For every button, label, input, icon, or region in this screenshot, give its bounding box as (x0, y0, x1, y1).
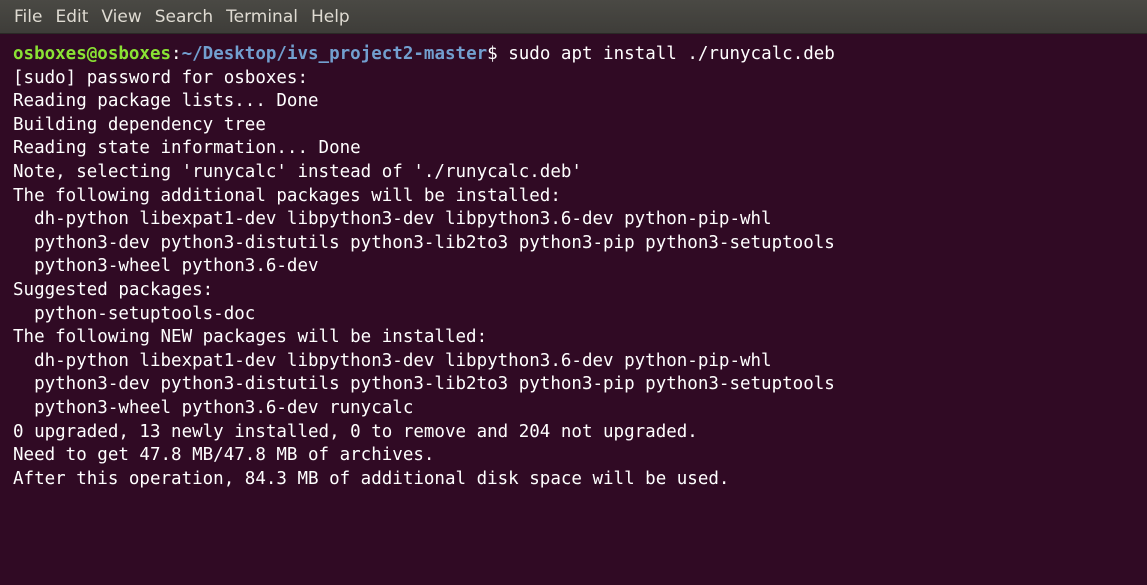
output-line: dh-python libexpat1-dev libpython3-dev l… (13, 209, 772, 230)
menu-edit[interactable]: Edit (55, 7, 88, 27)
output-line: Building dependency tree (13, 114, 266, 135)
menu-bar: File Edit View Search Terminal Help (0, 0, 1147, 34)
output-line: python-setuptools-doc (13, 303, 256, 324)
output-line: 0 upgraded, 13 newly installed, 0 to rem… (13, 421, 698, 442)
output-line: Note, selecting 'runycalc' instead of '.… (13, 161, 582, 182)
output-line: The following additional packages will b… (13, 185, 561, 206)
output-line: python3-dev python3-distutils python3-li… (13, 232, 835, 253)
prompt-path: ~/Desktop/ivs_project2-master (181, 44, 488, 64)
prompt-line: osboxes@osboxes:~/Desktop/ivs_project2-m… (13, 43, 1147, 67)
output-line: Reading state information... Done (13, 138, 361, 159)
output-line: python3-wheel python3.6-dev (13, 256, 319, 277)
output-line: The following NEW packages will be insta… (13, 327, 488, 348)
output-line: After this operation, 84.3 MB of additio… (13, 468, 730, 489)
output-line: Reading package lists... Done (13, 91, 319, 112)
menu-terminal[interactable]: Terminal (226, 7, 298, 27)
menu-help[interactable]: Help (311, 7, 350, 27)
prompt-command: sudo apt install ./runycalc.deb (497, 44, 835, 64)
prompt-colon: : (171, 44, 182, 64)
output-line: python3-wheel python3.6-dev runycalc (13, 397, 414, 418)
prompt-symbol: $ (487, 44, 498, 64)
output-line: [sudo] password for osboxes: (13, 67, 309, 88)
menu-view[interactable]: View (101, 7, 141, 27)
output-line: dh-python libexpat1-dev libpython3-dev l… (13, 350, 772, 371)
terminal-window: File Edit View Search Terminal Help osbo… (0, 0, 1147, 585)
menu-file[interactable]: File (14, 7, 42, 27)
prompt-user-host: osboxes@osboxes (13, 44, 172, 64)
terminal-output[interactable]: osboxes@osboxes:~/Desktop/ivs_project2-m… (0, 34, 1147, 585)
output-line: python3-dev python3-distutils python3-li… (13, 374, 835, 395)
output-line: Need to get 47.8 MB/47.8 MB of archives. (13, 445, 435, 466)
menu-search[interactable]: Search (155, 7, 213, 27)
output-line: Suggested packages: (13, 279, 214, 300)
